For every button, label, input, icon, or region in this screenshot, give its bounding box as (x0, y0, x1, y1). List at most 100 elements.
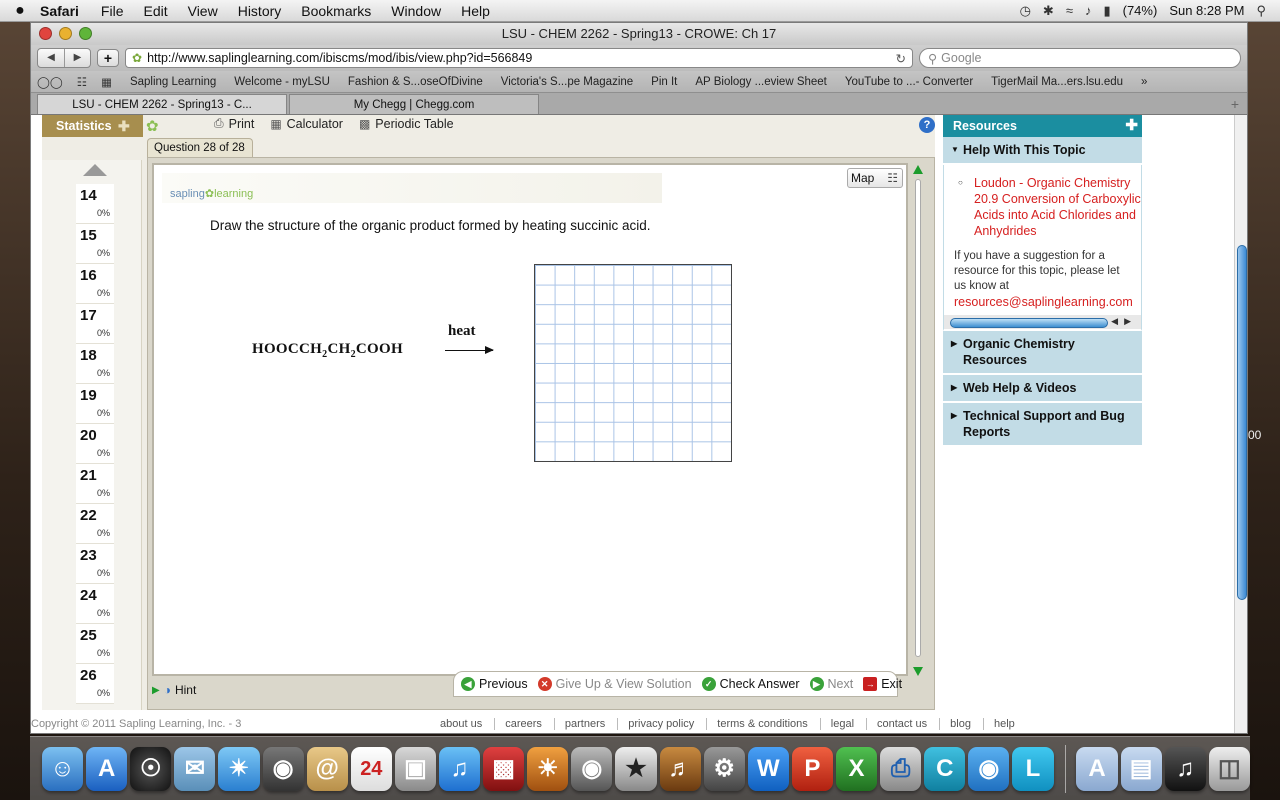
mail-icon[interactable]: ✉ (174, 746, 216, 791)
bookmark-item[interactable]: TigerMail Ma...ers.lsu.edu (991, 76, 1123, 88)
reload-icon[interactable]: ↻ (896, 51, 906, 66)
footer-link-partners[interactable]: partners (553, 718, 617, 730)
scroll-up-icon[interactable] (913, 165, 923, 174)
powerpoint-icon[interactable]: P (791, 746, 833, 791)
question-item[interactable]: 22 0% (76, 504, 114, 544)
menu-bookmarks[interactable]: Bookmarks (301, 3, 371, 19)
footer-link-help[interactable]: help (982, 718, 1027, 730)
bookmark-item[interactable]: Victoria's S...pe Magazine (501, 76, 633, 88)
bookmark-item[interactable]: AP Biology ...eview Sheet (695, 76, 826, 88)
photo-booth-icon[interactable]: ▩ (483, 746, 525, 791)
battery-icon[interactable]: ▮ (1103, 3, 1110, 19)
scroll-thumb[interactable] (950, 318, 1108, 328)
apple-menu-icon[interactable]: ● (0, 2, 40, 20)
previous-button[interactable]: ◀ Previous (461, 677, 528, 691)
safari-icon[interactable]: ✴ (218, 746, 260, 791)
next-button[interactable]: ▶ Next (809, 677, 853, 691)
scroll-arrows-icon[interactable]: ◀▶ (1111, 316, 1137, 327)
hint-button[interactable]: ▶ ◑ Hint (152, 683, 196, 697)
close-window-button[interactable] (39, 27, 52, 40)
address-book-icon[interactable]: @ (306, 746, 348, 791)
back-icon[interactable]: ◀ (38, 49, 64, 67)
page-scrollbar[interactable] (1234, 115, 1247, 733)
tab-sapling[interactable]: LSU - CHEM 2262 - Spring13 - C... (37, 94, 287, 114)
imovie-star-icon[interactable]: ★ (615, 746, 657, 791)
print-button[interactable]: ⎙ Print (214, 116, 254, 131)
add-bookmark-button[interactable]: + (97, 49, 119, 67)
bookmark-item[interactable]: Pin It (651, 76, 677, 88)
time-machine-icon[interactable]: ◷ (1020, 3, 1031, 19)
give-up-button[interactable]: ✕ Give Up & View Solution (537, 677, 692, 691)
statistics-tab[interactable]: Statistics ✚ (42, 115, 143, 137)
question-item[interactable]: 16 0% (76, 264, 114, 304)
footer-link-about[interactable]: about us (430, 718, 494, 730)
menu-clock[interactable]: Sun 8:28 PM (1169, 3, 1244, 18)
footer-link-contact[interactable]: contact us (866, 718, 939, 730)
calendar-icon[interactable]: 24 (350, 746, 392, 791)
scroll-track[interactable] (915, 179, 921, 657)
top-sites-grid-icon[interactable]: ▦ (101, 75, 112, 89)
question-item[interactable]: 24 0% (76, 584, 114, 624)
question-scrollbar[interactable] (911, 163, 925, 676)
scroll-down-icon[interactable] (913, 667, 923, 676)
minimize-window-button[interactable] (59, 27, 72, 40)
scroll-up-arrow-icon[interactable] (83, 164, 107, 176)
menu-view[interactable]: View (188, 3, 218, 19)
menu-help[interactable]: Help (461, 3, 490, 19)
l-app-icon[interactable]: L (1012, 746, 1054, 791)
bluetooth-icon[interactable]: ✱ (1043, 3, 1054, 19)
question-item[interactable]: 20 0% (76, 424, 114, 464)
help-with-topic-section[interactable]: ▼ Help With This Topic (943, 137, 1142, 165)
expand-arrows-icon[interactable]: ✚ (118, 115, 130, 137)
applications-folder-icon[interactable]: A (1076, 746, 1118, 791)
drawing-canvas[interactable] (534, 264, 732, 462)
resources-hscrollbar[interactable]: ◀▶ (943, 315, 1142, 331)
documents-folder-icon[interactable]: ▤ (1120, 746, 1162, 791)
reading-list-icon[interactable]: ◯◯ (37, 75, 63, 89)
question-item[interactable]: 26 0% (76, 664, 114, 704)
question-item[interactable]: 25 0% (76, 624, 114, 664)
dashboard-icon[interactable]: ☉ (130, 746, 172, 791)
footer-link-legal[interactable]: legal (819, 718, 866, 730)
zoom-window-button[interactable] (79, 27, 92, 40)
question-item[interactable]: 21 0% (76, 464, 114, 504)
camera-icon[interactable]: ◉ (571, 746, 613, 791)
footer-link-careers[interactable]: careers (494, 718, 554, 730)
page-scroll-thumb[interactable] (1237, 245, 1247, 600)
bookmark-item[interactable]: Welcome - myLSU (234, 76, 330, 88)
check-answer-button[interactable]: ✓ Check Answer (701, 677, 800, 691)
map-button[interactable]: Map ☷ (847, 168, 903, 188)
bookmarks-book-icon[interactable]: ☷ (77, 75, 87, 89)
menu-edit[interactable]: Edit (143, 3, 167, 19)
menu-window[interactable]: Window (391, 3, 441, 19)
itunes-icon[interactable]: ♫ (438, 746, 481, 791)
bookmark-item[interactable]: YouTube to ...- Converter (845, 76, 973, 88)
music-folder-icon[interactable]: ♫ (1164, 746, 1206, 791)
c-app-icon[interactable]: C (924, 746, 966, 791)
hp-printer-icon[interactable]: ⎙ (880, 746, 922, 791)
search-field[interactable]: ⚲ Google (919, 48, 1241, 68)
tech-support-section[interactable]: ▶ Technical Support and Bug Reports (943, 403, 1142, 447)
facetime-icon[interactable]: ◉ (262, 746, 304, 791)
question-item[interactable]: 17 0% (76, 304, 114, 344)
organic-chem-resources-section[interactable]: ▶ Organic Chemistry Resources (943, 331, 1142, 375)
periodic-table-button[interactable]: ▩ Periodic Table (359, 116, 454, 131)
word-icon[interactable]: W (747, 746, 789, 791)
loudon-resource-link[interactable]: Loudon - Organic Chemistry 20.9 Conversi… (954, 175, 1141, 239)
finder-icon[interactable]: ☺ (42, 746, 84, 791)
preview-icon[interactable]: ▣ (394, 746, 436, 791)
tab-chegg[interactable]: My Chegg | Chegg.com (289, 94, 539, 114)
footer-link-blog[interactable]: blog (939, 718, 983, 730)
bookmark-item[interactable]: Sapling Learning (130, 76, 216, 88)
bookmarks-overflow-icon[interactable]: » (1141, 76, 1147, 88)
trash-icon[interactable]: ◫ (1208, 746, 1250, 791)
wifi-icon[interactable]: ≈ (1066, 3, 1073, 18)
menu-history[interactable]: History (238, 3, 282, 19)
forward-icon[interactable]: ▶ (64, 49, 90, 67)
question-item[interactable]: 23 0% (76, 544, 114, 584)
new-tab-icon[interactable]: + (1231, 94, 1239, 114)
footer-link-privacy[interactable]: privacy policy (617, 718, 706, 730)
address-bar[interactable]: ✿ http://www.saplinglearning.com/ibiscms… (125, 48, 913, 68)
question-item[interactable]: 19 0% (76, 384, 114, 424)
volume-icon[interactable]: ♪ (1085, 3, 1092, 18)
